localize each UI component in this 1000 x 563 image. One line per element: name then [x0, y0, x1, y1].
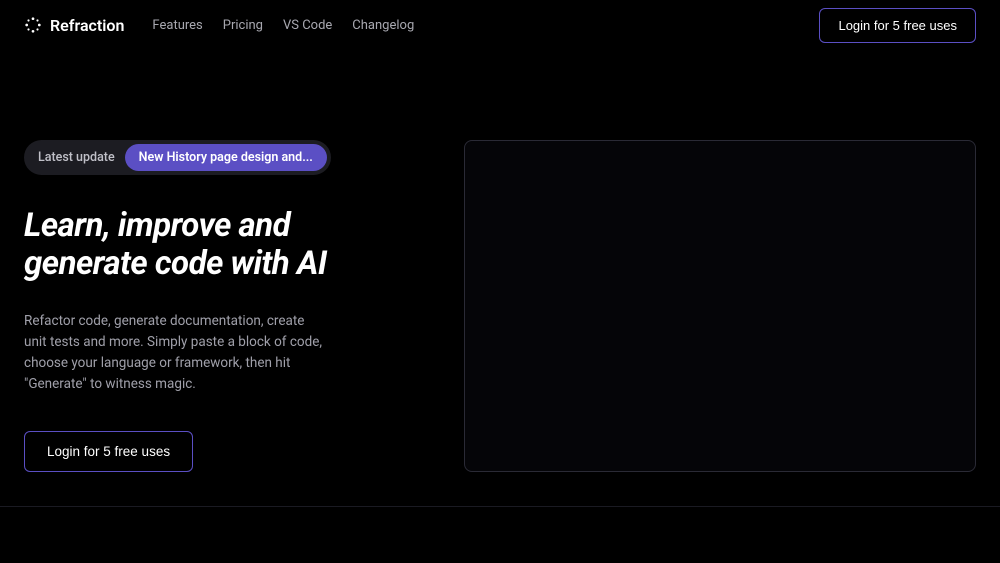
footer-divider [0, 506, 1000, 507]
hero-cta-button[interactable]: Login for 5 free uses [24, 431, 193, 472]
header-login-button[interactable]: Login for 5 free uses [819, 8, 976, 43]
nav-link-vscode[interactable]: VS Code [283, 18, 332, 33]
update-pill: New History page design and... [125, 144, 327, 171]
hero-section: Latest update New History page design an… [0, 50, 1000, 472]
site-header: Refraction Features Pricing VS Code Chan… [0, 0, 1000, 50]
hero-content: Latest update New History page design an… [24, 140, 404, 472]
nav-link-features[interactable]: Features [152, 18, 202, 33]
hero-preview-panel [464, 140, 976, 472]
main-nav: Features Pricing VS Code Changelog [152, 18, 414, 33]
hero-title: Learn, improve and generate code with AI [24, 207, 404, 283]
brand-name: Refraction [50, 16, 124, 35]
nav-link-pricing[interactable]: Pricing [223, 18, 263, 33]
brand-logo[interactable]: Refraction [24, 16, 124, 35]
hero-description: Refactor code, generate documentation, c… [24, 311, 324, 395]
refraction-logo-icon [24, 16, 42, 34]
update-badge[interactable]: Latest update New History page design an… [24, 140, 331, 175]
update-label: Latest update [28, 145, 125, 170]
header-left: Refraction Features Pricing VS Code Chan… [24, 16, 414, 35]
nav-link-changelog[interactable]: Changelog [352, 18, 414, 33]
